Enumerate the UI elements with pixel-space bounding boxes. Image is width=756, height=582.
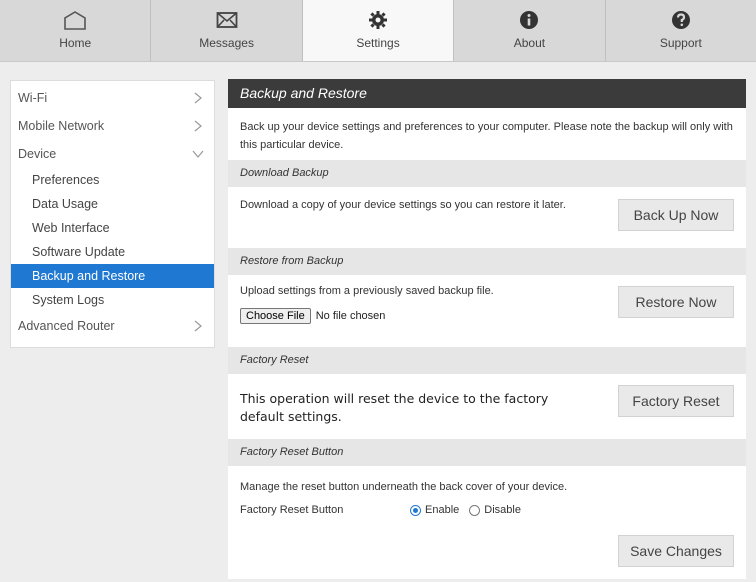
chevron-right-icon — [194, 92, 202, 104]
enable-option[interactable]: Enable — [410, 504, 459, 516]
disable-radio[interactable] — [469, 504, 481, 516]
download-backup-text: Download a copy of your device settings … — [240, 199, 566, 211]
section-factory-reset-button-heading: Factory Reset Button — [228, 439, 746, 466]
chevron-right-icon — [194, 120, 202, 132]
sidebar-item-preferences[interactable]: Preferences — [11, 168, 214, 192]
section-restore-heading: Restore from Backup — [228, 248, 746, 275]
gear-icon — [368, 8, 388, 32]
tab-support[interactable]: Support — [605, 0, 756, 61]
sidebar: Wi-Fi Mobile Network Device Preferences … — [10, 80, 215, 348]
top-nav: Home Messages Settings About Support — [0, 0, 756, 62]
tab-about[interactable]: About — [454, 0, 606, 61]
tab-messages-label: Messages — [199, 36, 254, 50]
sidebar-item-advanced-router[interactable]: Advanced Router — [11, 312, 214, 340]
question-icon — [671, 8, 691, 32]
envelope-icon — [216, 8, 238, 32]
section-download-backup-heading: Download Backup — [228, 160, 746, 187]
reset-button-label: Factory Reset Button — [240, 504, 344, 516]
sidebar-item-wifi[interactable]: Wi-Fi — [11, 84, 214, 112]
choose-file-button[interactable]: Choose File — [240, 308, 311, 324]
sidebar-item-data-usage[interactable]: Data Usage — [11, 192, 214, 216]
tab-about-label: About — [513, 36, 546, 50]
tab-settings[interactable]: Settings — [302, 0, 455, 61]
sidebar-item-label: Advanced Router — [18, 319, 115, 333]
reset-button-text: Manage the reset button underneath the b… — [240, 481, 568, 493]
disable-option[interactable]: Disable — [469, 504, 521, 516]
tab-messages[interactable]: Messages — [151, 0, 303, 61]
tab-home[interactable]: Home — [0, 0, 152, 61]
sidebar-item-label: Device — [18, 147, 57, 161]
info-icon — [519, 8, 539, 32]
restore-text: Upload settings from a previously saved … — [240, 285, 494, 297]
sidebar-item-system-logs[interactable]: System Logs — [11, 288, 214, 312]
chevron-down-icon — [192, 150, 204, 158]
home-icon — [62, 8, 88, 32]
no-file-chosen-label: No file chosen — [315, 310, 386, 322]
sidebar-item-software-update[interactable]: Software Update — [11, 240, 214, 264]
main-panel: Backup and Restore Back up your device s… — [228, 79, 746, 579]
back-up-now-button[interactable]: Back Up Now — [618, 199, 734, 231]
sidebar-item-device[interactable]: Device — [11, 140, 214, 168]
enable-radio[interactable] — [410, 504, 421, 516]
factory-reset-text: This operation will reset the device to … — [240, 391, 549, 424]
page-title: Backup and Restore — [228, 79, 746, 108]
sidebar-item-mobile-network[interactable]: Mobile Network — [11, 112, 214, 140]
chevron-right-icon — [194, 320, 202, 332]
reset-button-radio-group: Factory Reset Button Enable Disable — [240, 504, 531, 516]
sidebar-item-web-interface[interactable]: Web Interface — [11, 216, 214, 240]
save-changes-button[interactable]: Save Changes — [618, 535, 734, 567]
sidebar-item-label: Mobile Network — [18, 119, 105, 133]
sidebar-item-label: Wi-Fi — [18, 91, 48, 105]
file-picker: Choose File No file chosen — [240, 308, 385, 324]
tab-support-label: Support — [659, 36, 702, 50]
restore-now-button[interactable]: Restore Now — [618, 286, 734, 318]
sidebar-item-backup-and-restore[interactable]: Backup and Restore — [11, 264, 214, 288]
enable-label: Enable — [425, 504, 460, 516]
tab-settings-label: Settings — [356, 36, 400, 50]
disable-label: Disable — [484, 504, 521, 516]
section-factory-reset-heading: Factory Reset — [228, 347, 746, 374]
factory-reset-button[interactable]: Factory Reset — [618, 385, 734, 417]
tab-home-label: Home — [59, 36, 92, 50]
